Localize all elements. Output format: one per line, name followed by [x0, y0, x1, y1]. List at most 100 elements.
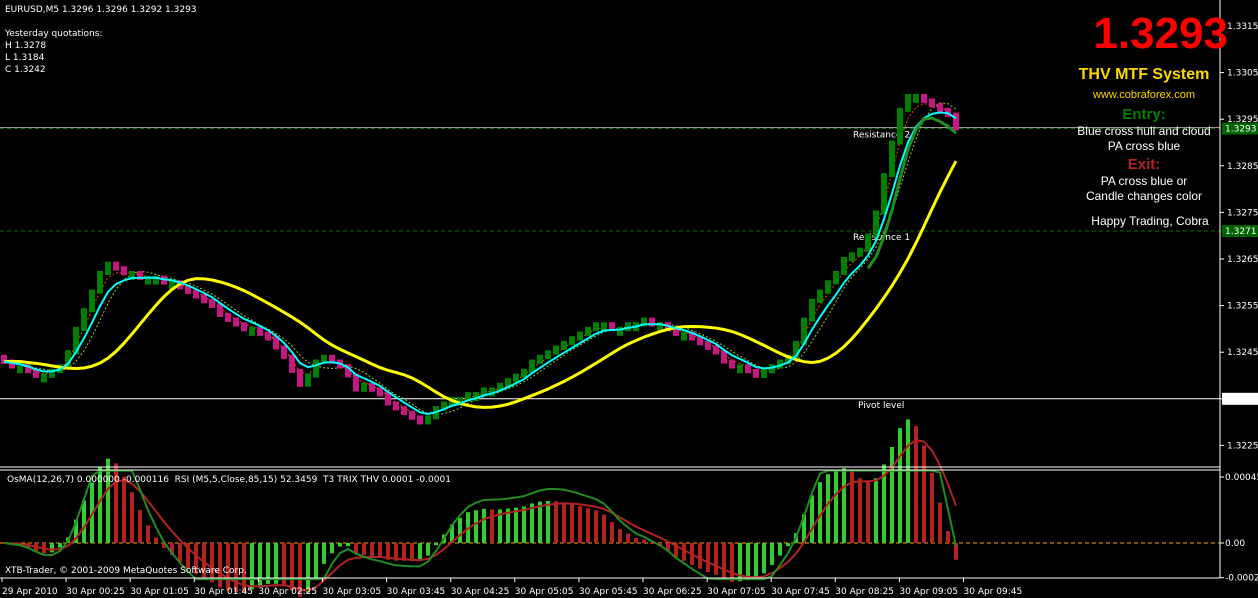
osma-up-bar: [754, 543, 758, 580]
bull-bar: [905, 93, 911, 112]
bull-bar: [761, 368, 767, 378]
entry-line2: PA cross blue: [1107, 139, 1181, 153]
osma-up-bar: [306, 543, 310, 593]
exit-line1: PA cross blue or: [1100, 174, 1188, 188]
bull-bar: [425, 415, 431, 425]
osma-up-bar: [826, 474, 830, 543]
osc-tick-label: 0.00: [1225, 539, 1245, 549]
exit-line2: Candle changes color: [1085, 189, 1203, 203]
bull-bar: [585, 326, 591, 336]
level-label: Pivot level: [858, 401, 904, 411]
cloud-line: [3, 103, 957, 418]
osma-up-bar: [770, 543, 774, 565]
osma-up-bar: [418, 543, 422, 561]
entry-title: Entry:: [1122, 106, 1166, 123]
osma-down-bar: [562, 502, 566, 543]
osma-down-bar: [858, 478, 862, 543]
osma-down-bar: [146, 525, 150, 543]
osma-down-bar: [706, 543, 710, 573]
bear-bar: [729, 359, 735, 369]
bear-bar: [121, 266, 127, 276]
osma-down-bar: [554, 501, 558, 543]
osma-up-bar: [330, 543, 334, 554]
osma-up-bar: [762, 543, 766, 574]
osma-up-bar: [786, 543, 790, 547]
big-price: 1.3293: [1093, 9, 1228, 58]
osma-down-bar: [914, 425, 918, 543]
bear-bar: [241, 322, 247, 332]
osma-up-bar: [546, 500, 550, 543]
bull-bar: [89, 289, 95, 313]
yesterday-close: C 1.3242: [5, 65, 46, 75]
website: www.cobraforex.com: [1092, 89, 1196, 101]
bear-bar: [953, 112, 959, 131]
bull-bar: [561, 340, 567, 350]
time-tick-label: 30 Apr 09:05: [899, 587, 958, 597]
time-tick-label: 30 Apr 03:05: [323, 587, 382, 597]
osma-down-bar: [362, 543, 366, 555]
time-tick-label: 30 Apr 01:45: [194, 587, 253, 597]
osma-down-bar: [618, 529, 622, 543]
bear-bar: [369, 382, 375, 392]
bull-bar: [313, 359, 319, 378]
bull-bar: [41, 373, 47, 383]
bear-bar: [417, 415, 423, 425]
level-tag-label: 1.3293: [1225, 125, 1257, 135]
bull-bar: [105, 261, 111, 275]
copyright: XTB-Trader, © 2001-2009 MetaQuotes Softw…: [5, 566, 247, 576]
indicator-readout: OsMA(12,26,7) 0.000000 -0.000116 RSI (M5…: [7, 475, 451, 485]
osma-up-bar: [514, 507, 518, 543]
osma-down-bar: [578, 506, 582, 543]
osma-up-bar: [810, 495, 814, 543]
osma-down-bar: [722, 543, 726, 579]
yesterday-low: L 1.3184: [5, 53, 45, 63]
time-tick-label: 29 Apr 2010: [2, 587, 58, 597]
fast-ma-line: [3, 111, 957, 416]
bull-bar: [881, 173, 887, 215]
bear-bar: [233, 317, 239, 327]
osma-down-bar: [370, 543, 374, 557]
osma-down-bar: [714, 543, 718, 575]
bear-bar: [713, 345, 719, 355]
yesterday-title: Yesterday quotations:: [5, 29, 103, 39]
bear-bar: [281, 345, 287, 359]
system-name: THV MTF System: [1078, 66, 1210, 83]
time-tick-label: 30 Apr 03:45: [387, 587, 446, 597]
osma-down-bar: [354, 543, 358, 553]
osma-down-bar: [290, 543, 294, 591]
level-tag-label: 1.3271: [1225, 227, 1257, 237]
osma-up-bar: [874, 478, 878, 543]
price-tick-label: 1.3225: [1227, 441, 1258, 451]
price-tick-label: 1.3245: [1227, 348, 1258, 358]
osma-down-bar: [602, 514, 606, 543]
signoff: Happy Trading, Cobra: [1091, 214, 1209, 228]
osma-down-bar: [634, 537, 638, 543]
bear-bar: [705, 340, 711, 350]
bull-bar: [361, 382, 367, 392]
osma-up-bar: [538, 501, 542, 543]
bull-bar: [545, 350, 551, 360]
time-tick-label: 30 Apr 06:25: [643, 587, 702, 597]
osma-down-bar: [154, 537, 158, 543]
time-tick-label: 30 Apr 01:05: [130, 587, 189, 597]
price-tick-label: 1.3265: [1227, 255, 1258, 265]
osma-up-bar: [906, 419, 910, 543]
bull-bar: [897, 107, 903, 145]
bear-bar: [937, 103, 943, 113]
time-tick-label: 30 Apr 00:25: [66, 587, 125, 597]
bear-bar: [393, 401, 399, 411]
osma-up-bar: [890, 446, 894, 543]
bull-bar: [849, 252, 855, 262]
bear-bar: [401, 406, 407, 416]
bull-bar: [857, 247, 863, 257]
bear-bar: [753, 368, 759, 378]
bull-bar: [553, 345, 559, 355]
bull-bar: [841, 257, 847, 275]
osc-tick-label: -0.00024: [1225, 574, 1258, 584]
osma-down-bar: [410, 543, 414, 562]
osma-down-bar: [946, 531, 950, 543]
bull-bar: [97, 270, 103, 294]
time-tick-label: 30 Apr 04:25: [451, 587, 510, 597]
bull-bar: [305, 373, 311, 387]
bull-bar: [577, 331, 583, 341]
